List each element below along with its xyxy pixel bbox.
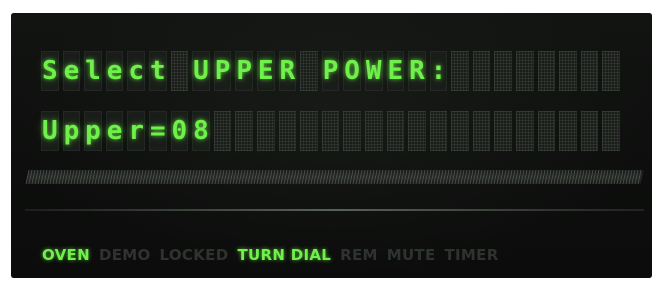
line-1-char-cell: W [364,51,383,91]
line-1-char-cell: P [213,51,232,91]
line-1-char-cell: E [256,51,275,91]
line-2-char: 8 [193,116,209,146]
line-1-char-cell: P [235,51,253,91]
line-2-char: = [149,116,166,146]
status-turn-dial: TURN DIAL [237,246,332,264]
line-1-char-cell: R [408,51,426,91]
line-2-char: p [85,116,101,146]
line-2-char-cell [408,111,426,151]
status-timer: TIMER [444,246,499,264]
line-2-char-cell [537,111,556,151]
line-2-char-cell [559,111,577,151]
line-1-char: P [214,56,231,86]
line-1-char-cell: E [386,51,405,91]
line-1-char-cell [516,51,534,91]
line-1-char-cell: S [41,51,59,91]
line-2-char-cell: e [105,111,124,151]
line-1-char-cell [472,51,491,91]
line-2-char-cell: p [84,111,102,151]
line-1-char-cell: t [148,51,167,91]
line-2-char-cell [364,111,383,151]
line-1-char-cell [559,51,577,91]
line-1-char: t [149,56,166,86]
line-2-char-cell: = [148,111,167,151]
status-mute: MUTE [386,246,436,264]
line-1-char-cell: : [429,51,448,91]
status-rem: REM [340,246,378,264]
line-1-char-cell: R [278,51,297,91]
line-1-char: R [409,56,425,86]
status-oven: OVEN [42,246,90,264]
line-1-char-cell [170,51,189,91]
filament-line [25,209,644,211]
line-1-char-cell [451,51,469,91]
line-2-char: U [41,116,58,146]
line-1-char-cell [494,51,513,91]
status-indicator-bar: OVEN DEMO LOCKED TURN DIAL REM MUTE TIME… [42,246,508,264]
line-2-char-cell [516,111,534,151]
line-2-char-cell [300,111,318,151]
line-1-char: E [257,56,274,86]
line-1-char-cell [602,51,621,91]
line-1-char-cell [300,51,318,91]
line-1-char: P [236,56,252,86]
line-1-char: e [63,56,80,86]
line-1-char: O [344,56,360,86]
line-2-char-cell [343,111,361,151]
line-1-char-cell: c [127,51,145,91]
line-1-char-cell: e [105,51,124,91]
line-1-char: S [41,56,58,86]
line-1-char: W [365,56,382,86]
line-2-char-cell: U [41,111,59,151]
line-2-char: r [128,116,144,146]
line-2-char-cell [494,111,513,151]
line-2-char-cell [278,111,297,151]
line-2-char-cell: p [62,111,81,151]
line-2-char-cell: 0 [170,111,189,151]
status-demo: DEMO [98,246,151,264]
line-1-char-cell: P [321,51,340,91]
line-2-char: e [106,116,123,146]
line-1-char-cell: O [343,51,361,91]
line-2-char-cell [321,111,340,151]
line-1-char: : [430,56,447,86]
line-2-char-cell [451,111,469,151]
line-2-char-cell [256,111,275,151]
line-1-char: E [387,56,404,86]
line-2-char-cell [429,111,448,151]
display-line-2: Up p e r = 0 8 [41,111,621,151]
line-2-char-cell [386,111,405,151]
line-1-char-cell: l [84,51,102,91]
line-2-char-cell [235,111,253,151]
line-1-char-cell [580,51,599,91]
line-1-char: R [279,56,296,86]
vfd-display-panel: SelectUPPERPOWER: Up p e r = 0 8 OVEN DEMO LOC… [11,13,652,278]
line-1-char: c [128,56,144,86]
line-2-char-cell [580,111,599,151]
line-1-char-cell: U [192,51,210,91]
display-line-1: SelectUPPERPOWER: [41,51,621,91]
line-1-char: l [85,56,101,86]
line-2-char-cell [472,111,491,151]
line-2-char: p [63,116,80,146]
filament-grille [25,170,644,184]
line-1-char-cell [537,51,556,91]
line-2-char: 0 [171,116,188,146]
line-1-char: P [322,56,339,86]
line-1-char-cell: e [62,51,81,91]
status-locked: LOCKED [159,246,229,264]
line-1-char: e [106,56,123,86]
line-2-char-cell [213,111,232,151]
line-1-char: U [193,56,209,86]
line-2-char-cell: r [127,111,145,151]
line-2-char-cell: 8 [192,111,210,151]
line-2-char-cell [602,111,621,151]
